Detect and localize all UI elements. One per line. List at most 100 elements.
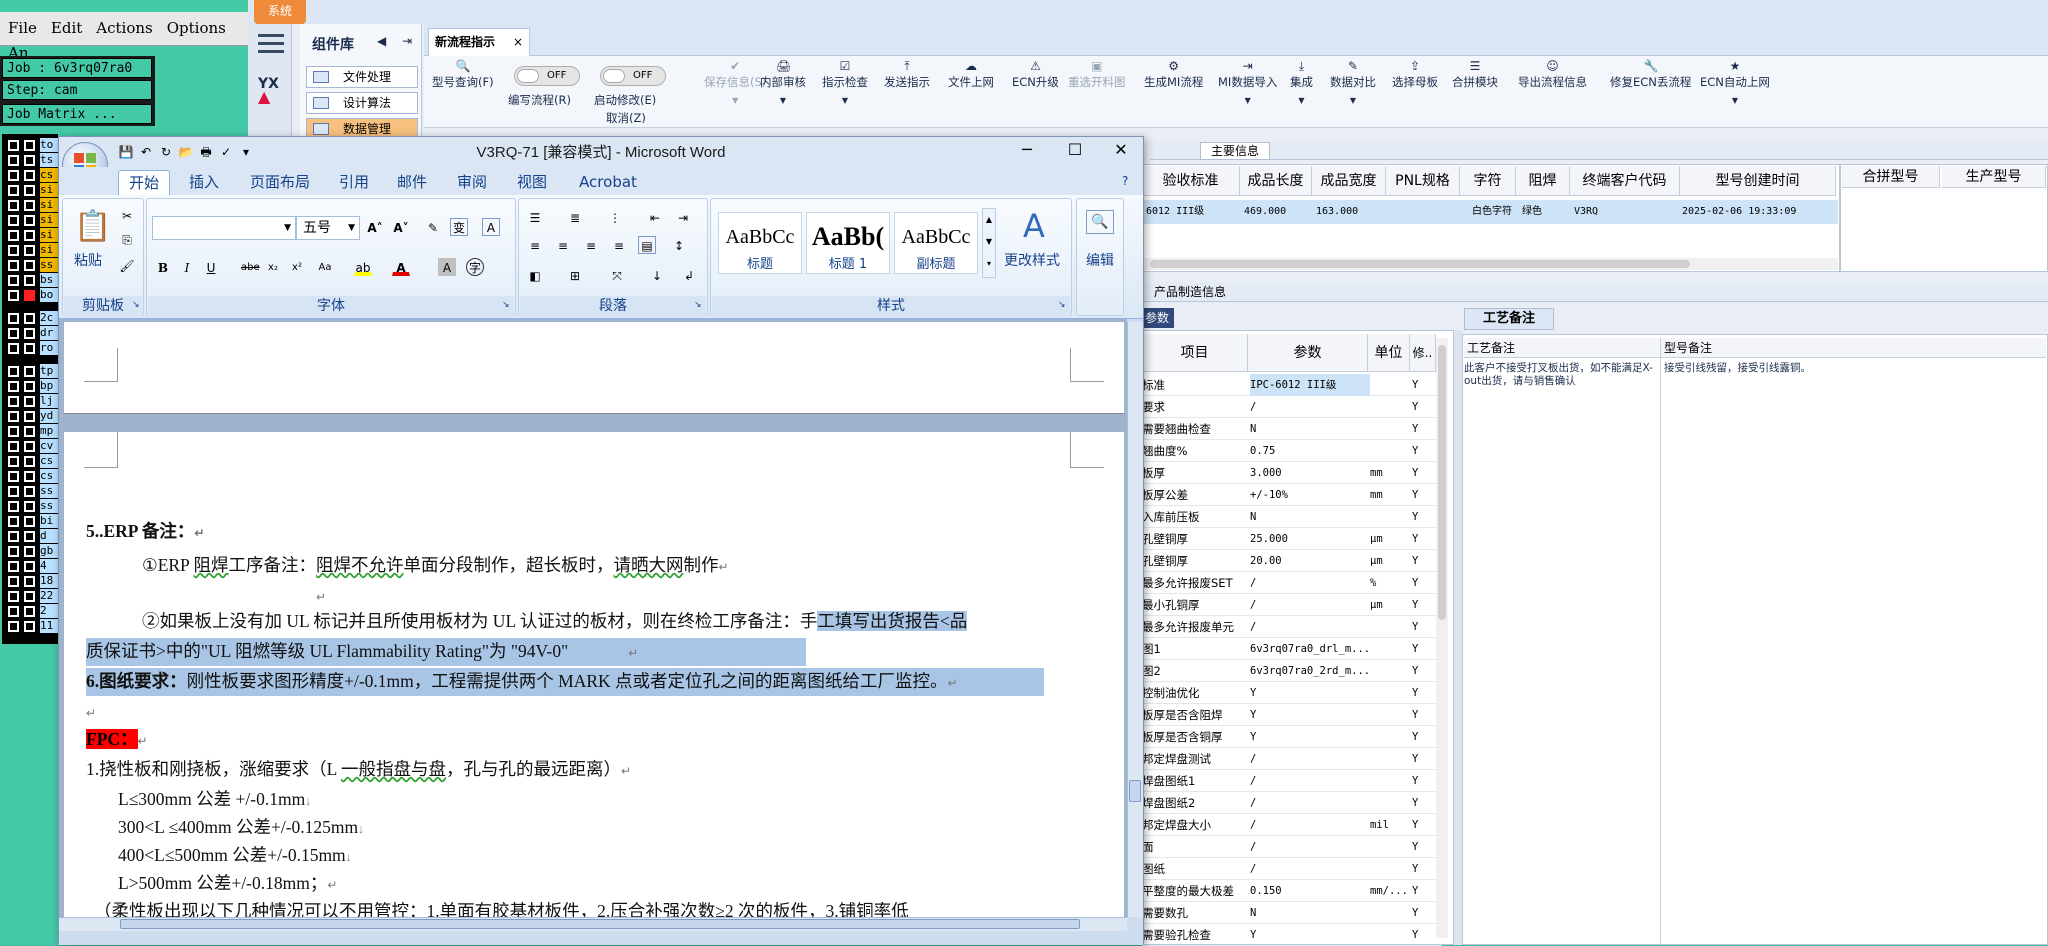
table-row[interactable]: 需要翘曲检查 N Y — [1142, 418, 1442, 440]
layer-affect-checkbox[interactable] — [24, 441, 35, 452]
paste-button[interactable]: 粘贴 — [74, 250, 102, 270]
style-title[interactable]: AaBbCc 标题 — [718, 212, 802, 274]
doc-line-10[interactable]: （柔性板出现以下几种情况可以不用管控：1.单面有胶基材板件，2.压合补强次数≥2… — [94, 898, 1054, 917]
toolbar-button-11[interactable]: ✎ 数据对比 ▼ — [1330, 58, 1376, 124]
layer-affect-checkbox[interactable] — [24, 381, 35, 392]
borders-icon[interactable]: ⊞ — [566, 266, 584, 284]
craft-note-text[interactable]: 此客户不接受打叉板出货，如不能满足X-out出货，请与销售确认 — [1464, 362, 1654, 388]
clear-format-icon[interactable]: ✎ — [424, 218, 442, 236]
layer-row[interactable]: 2c — [2, 311, 58, 326]
layer-affect-checkbox[interactable] — [24, 245, 35, 256]
table-row[interactable]: 焊盘图纸2 / Y — [1142, 792, 1442, 814]
layer-affect-checkbox[interactable] — [24, 140, 35, 151]
chinese-layout-icon[interactable]: ⤧ — [608, 266, 626, 284]
menu-actions[interactable]: Actions — [88, 12, 158, 37]
layer-affect-checkbox[interactable] — [24, 426, 35, 437]
layer-checkbox[interactable] — [8, 546, 19, 557]
table-cell[interactable]: IPC-6012 III级 — [1250, 374, 1370, 396]
doc-line-2[interactable]: ②如果板上没有加 UL 标记并且所使用板材为 UL 认证过的板材，则在终检工序备… — [142, 608, 968, 634]
dialog-launcher-icon[interactable]: ↘ — [132, 300, 140, 310]
table-cell[interactable]: Y — [1250, 682, 1370, 704]
table-cell[interactable]: / — [1250, 792, 1370, 814]
layer-checkbox[interactable] — [8, 576, 19, 587]
shading-icon[interactable]: ◧ — [526, 266, 544, 284]
menu-icon[interactable] — [258, 34, 284, 56]
table-cell[interactable]: 25.000 — [1250, 528, 1370, 550]
component-file-processing[interactable]: 文件处理 — [306, 66, 418, 88]
layer-checkbox[interactable] — [8, 200, 19, 211]
layer-row[interactable]: d — [2, 529, 58, 544]
table-cell[interactable]: / — [1250, 748, 1370, 770]
layer-row[interactable]: 22 — [2, 589, 58, 604]
sort-icon[interactable]: ↓ — [648, 266, 666, 284]
layer-row[interactable]: si — [2, 198, 58, 213]
table-row[interactable]: 孔壁铜厚 20.00 μm Y — [1142, 550, 1442, 572]
layer-checkbox[interactable] — [8, 343, 19, 354]
grid-header[interactable]: 字符 — [1460, 166, 1516, 196]
strikethrough-icon[interactable]: abe — [240, 258, 260, 276]
subscript-icon[interactable]: x₂ — [264, 258, 282, 276]
chevron-down-icon[interactable]: ▼ — [1290, 96, 1313, 105]
vertical-scrollbar[interactable] — [1127, 322, 1143, 917]
toolbar-button-1[interactable]: ✔ 保存信息(S) ▼ — [704, 58, 766, 124]
layer-checkbox[interactable] — [8, 441, 19, 452]
layer-row[interactable]: yd — [2, 409, 58, 424]
chevron-down-icon[interactable]: ▼ — [704, 96, 766, 105]
bullets-icon[interactable]: ☰ — [526, 208, 544, 226]
doc-line-6[interactable]: L≤300mm 公差 +/-0.1mm↓ — [118, 786, 311, 814]
layer-checkbox[interactable] — [8, 501, 19, 512]
line-spacing-icon[interactable]: ↕ — [670, 236, 688, 254]
change-case-icon[interactable]: Aa — [316, 258, 334, 276]
char-border-icon[interactable]: A — [482, 218, 500, 236]
layer-checkbox[interactable] — [8, 426, 19, 437]
pin-icon[interactable]: ⇥ — [402, 34, 412, 48]
layer-affect-checkbox[interactable] — [24, 230, 35, 241]
layer-checkbox[interactable] — [8, 290, 19, 301]
layer-checkbox[interactable] — [8, 260, 19, 271]
chevron-down-icon[interactable]: ▼ — [760, 96, 806, 105]
menu-edit[interactable]: Edit — [43, 12, 88, 37]
font-size-select[interactable]: 五号 ▼ — [296, 216, 360, 240]
table-cell[interactable]: / — [1250, 396, 1370, 418]
table-row[interactable]: 控制油优化 Y Y — [1142, 682, 1442, 704]
table-row[interactable]: 图2 6v3rq07ra0_2rd_m... Y — [1142, 660, 1442, 682]
table-cell[interactable]: 20.00 — [1250, 550, 1370, 572]
layer-checkbox[interactable] — [8, 366, 19, 377]
layer-affect-checkbox[interactable] — [24, 396, 35, 407]
toolbar-button-8[interactable]: ⚙ 生成MI流程 — [1144, 58, 1203, 124]
layer-row[interactable]: lj — [2, 394, 58, 409]
table-cell[interactable]: +/-10% — [1250, 484, 1370, 506]
toolbar-button-2[interactable]: 🖨 内部审核 ▼ — [760, 58, 806, 124]
tab-insert[interactable]: 插入 — [182, 170, 226, 195]
table-row[interactable]: 邦定焊盘大小 / mil Y — [1142, 814, 1442, 836]
table-row[interactable]: 要求 / Y — [1142, 396, 1442, 418]
start-modify-toggle[interactable]: OFF — [600, 66, 666, 86]
toolbar-button-12[interactable]: ⇪ 选择母板 — [1392, 58, 1438, 124]
tab-main-info[interactable]: 主要信息 — [1200, 142, 1270, 160]
style-subtitle[interactable]: AaBbCc 副标题 — [894, 212, 978, 274]
chevron-down-icon[interactable]: ▼ — [1330, 96, 1376, 105]
doc-heading-5[interactable]: 5..ERP 备注：↵ — [86, 518, 204, 546]
layer-row[interactable]: ss — [2, 499, 58, 514]
table-row[interactable]: 图纸 / Y — [1142, 858, 1442, 880]
table-cell[interactable]: N — [1250, 418, 1370, 440]
italic-icon[interactable]: I — [178, 258, 196, 276]
table-row[interactable]: 面 / Y — [1142, 836, 1442, 858]
menu-file[interactable]: File — [0, 12, 43, 37]
grid-header[interactable]: 成品宽度 — [1312, 166, 1386, 196]
write-process-toggle[interactable]: OFF — [514, 66, 580, 86]
table-cell[interactable]: N — [1250, 506, 1370, 528]
layer-checkbox[interactable] — [8, 531, 19, 542]
show-marks-icon[interactable]: ↲ — [680, 266, 698, 284]
toolbar-button-0[interactable]: 🔍 型号查询(F) — [432, 58, 494, 124]
table-cell[interactable]: / — [1250, 814, 1370, 836]
layer-row[interactable]: tp — [2, 364, 58, 379]
change-styles-button[interactable]: 更改样式 — [1004, 250, 1060, 270]
layer-row[interactable]: ro — [2, 341, 58, 356]
customize-icon[interactable]: ▾ — [238, 145, 254, 161]
doc-line-4[interactable]: 6.图纸要求：刚性板要求图形精度+/-0.1mm，工程需提供两个 MARK 点或… — [86, 668, 1044, 696]
change-styles-icon[interactable]: A — [1008, 206, 1060, 246]
doc-line-3[interactable]: 质保证书>中的"UL 阻燃等级 UL Flammability Rating"为… — [86, 638, 806, 666]
table-row[interactable]: 邦定焊盘测试 / Y — [1142, 748, 1442, 770]
menu-options[interactable]: Options — [159, 12, 232, 37]
